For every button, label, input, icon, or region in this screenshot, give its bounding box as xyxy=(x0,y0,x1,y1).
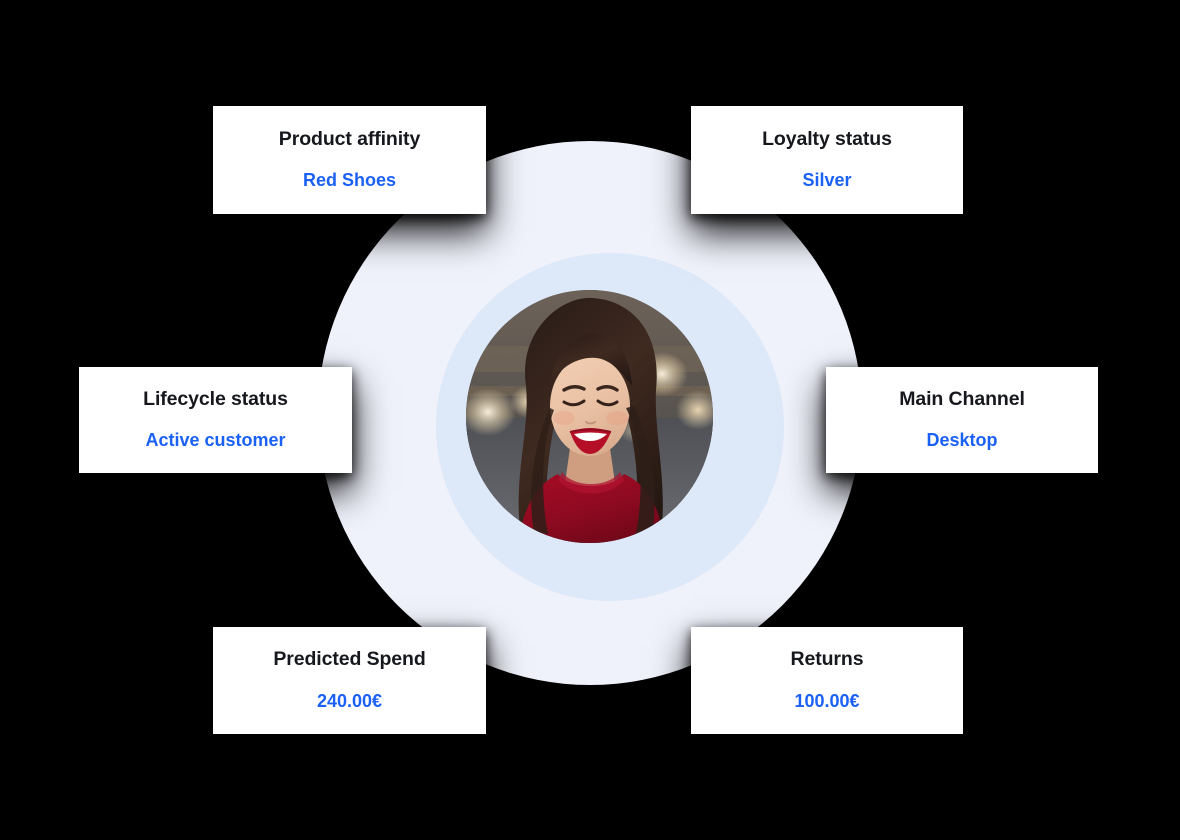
metric-value: Silver xyxy=(802,170,852,191)
customer-profile-diagram: Product affinity Red Shoes Loyalty statu… xyxy=(0,0,1180,840)
metric-title: Loyalty status xyxy=(762,127,892,150)
metric-value: 240.00€ xyxy=(316,690,383,711)
metric-card-predicted-spend[interactable]: Predicted Spend 240.00€ xyxy=(213,627,486,734)
metric-card-returns[interactable]: Returns 100.00€ xyxy=(691,627,963,734)
metric-title: Product affinity xyxy=(278,127,421,150)
metric-value: Red Shoes xyxy=(302,170,397,191)
metric-value: Desktop xyxy=(926,430,998,451)
metric-title: Lifecycle status xyxy=(143,387,288,410)
metric-card-main-channel[interactable]: Main Channel Desktop xyxy=(826,367,1098,473)
metric-value: Active customer xyxy=(145,430,286,451)
metric-title: Predicted Spend xyxy=(273,648,426,671)
customer-portrait-photo-icon xyxy=(466,290,713,543)
metric-card-loyalty-status[interactable]: Loyalty status Silver xyxy=(691,106,963,214)
customer-avatar xyxy=(466,290,713,543)
metric-title: Returns xyxy=(790,648,864,671)
metric-value: 100.00€ xyxy=(794,690,860,711)
metric-title: Main Channel xyxy=(899,387,1025,410)
metric-card-lifecycle-status[interactable]: Lifecycle status Active customer xyxy=(79,367,352,473)
metric-card-product-affinity[interactable]: Product affinity Red Shoes xyxy=(213,106,486,214)
